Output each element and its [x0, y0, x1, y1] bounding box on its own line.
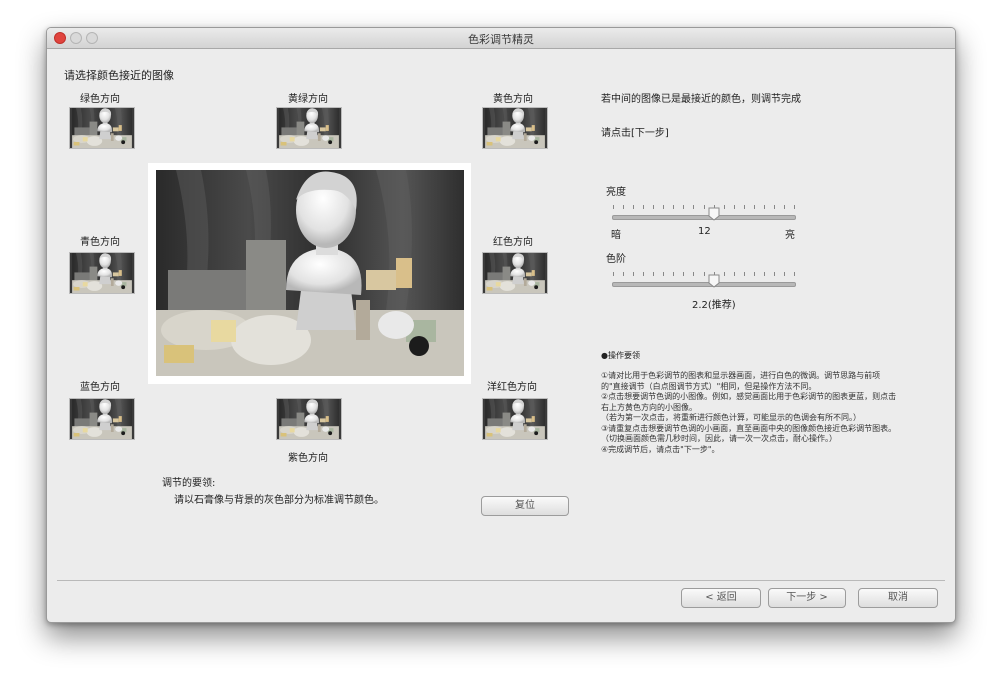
slider-tick [673, 205, 674, 209]
tips-text: 请以石膏像与背景的灰色部分为标准调节颜色。 [174, 495, 384, 506]
brightness-min-label: 暗 [611, 230, 621, 241]
slider-tick [764, 272, 765, 276]
gamma-slider-track[interactable] [612, 282, 796, 287]
slider-tick [734, 272, 735, 276]
thumb-yellow-green[interactable] [276, 107, 342, 149]
thumb-green-label: 绿色方向 [80, 94, 120, 105]
thumb-cyan[interactable] [69, 252, 135, 294]
instruction-line: 右上方黄色方向的小图像。 [601, 402, 697, 412]
slider-tick [613, 272, 614, 276]
slider-tick [794, 205, 795, 209]
center-preview-image [148, 163, 471, 384]
thumb-blue[interactable] [69, 398, 135, 440]
thumb-magenta[interactable] [482, 398, 548, 440]
slider-tick [794, 272, 795, 276]
thumb-yellow-green-label: 黄绿方向 [288, 94, 328, 105]
brightness-max-label: 亮 [785, 230, 795, 241]
brightness-slider-track[interactable] [612, 215, 796, 220]
slider-tick [784, 272, 785, 276]
operation-title: ●操作要领 [601, 351, 640, 360]
title-bar: 色彩调节精灵 [47, 28, 955, 49]
hint-complete: 若中间的图像已是最接近的颜色，则调节完成 [601, 94, 801, 105]
color-adjust-wizard-window: 色彩调节精灵 请选择颜色接近的图像 绿色方向 黄绿方向 黄色方向 青色方向 红色… [46, 27, 956, 623]
slider-tick [754, 272, 755, 276]
window-title: 色彩调节精灵 [468, 33, 534, 46]
slider-tick [623, 272, 624, 276]
slider-tick [683, 272, 684, 276]
slider-tick [693, 272, 694, 276]
next-button[interactable]: 下一步 > [768, 588, 846, 608]
slider-tick [774, 205, 775, 209]
instruction-line: ①请对比用于色彩调节的图表和显示器画面，进行白色的微调。调节思路与前项 [601, 371, 881, 380]
thumb-red-label: 红色方向 [493, 237, 533, 248]
brightness-value: 12 [698, 226, 711, 237]
thumb-purple[interactable] [276, 398, 342, 440]
back-button[interactable]: < 返回 [681, 588, 761, 608]
slider-tick [613, 205, 614, 209]
slider-tick [754, 205, 755, 209]
slider-tick [653, 272, 654, 276]
instruction-line: （切换画面颜色需几秒时间，因此，请一次一次点击，耐心操作。） [601, 434, 837, 443]
slider-tick [653, 205, 654, 209]
slider-tick [734, 205, 735, 209]
operation-instructions: ①请对比用于色彩调节的图表和显示器画面，进行白色的微调。调节思路与前项 的"直接… [601, 371, 946, 455]
slider-tick [633, 272, 634, 276]
slider-tick [663, 272, 664, 276]
thumb-red[interactable] [482, 252, 548, 294]
slider-tick [724, 205, 725, 209]
thumb-magenta-label: 洋红色方向 [487, 382, 537, 393]
gamma-value: 2.2(推荐) [692, 300, 736, 311]
thumb-blue-label: 蓝色方向 [80, 382, 120, 393]
thumb-yellow-label: 黄色方向 [493, 94, 533, 105]
slider-tick [643, 205, 644, 209]
reset-button[interactable]: 复位 [481, 496, 569, 516]
gamma-label: 色阶 [606, 254, 626, 265]
slider-tick [744, 272, 745, 276]
footer-separator [57, 580, 945, 581]
slider-tick [663, 205, 664, 209]
slider-tick [784, 205, 785, 209]
slider-tick [633, 205, 634, 209]
slider-tick [724, 272, 725, 276]
slider-tick [704, 272, 705, 276]
tips-title: 调节的要领: [162, 478, 216, 489]
instruction-line: ②点击想要调节色调的小图像。例如，感觉画面比用于色彩调节的图表更蓝，则点击 [601, 392, 897, 401]
slider-tick [693, 205, 694, 209]
slider-tick [623, 205, 624, 209]
hint-click-next: 请点击[下一步] [601, 128, 669, 139]
brightness-label: 亮度 [606, 187, 626, 198]
slider-tick [643, 272, 644, 276]
slider-tick [683, 205, 684, 209]
thumb-yellow[interactable] [482, 107, 548, 149]
slider-tick [774, 272, 775, 276]
slider-tick [704, 205, 705, 209]
instruction-line: 的"直接调节（白点图调节方式）"相同，但是操作方法不同。 [601, 381, 817, 391]
instruction-line: ④完成调节后，请点击"下一步"。 [601, 444, 720, 454]
select-image-heading: 请选择颜色接近的图像 [64, 69, 174, 82]
thumb-cyan-label: 青色方向 [80, 237, 120, 248]
instruction-line: ③请重复点击想要调节色调的小画面，直至画面中央的图像颜色接近色彩调节图表。 [601, 423, 897, 433]
slider-tick [673, 272, 674, 276]
instruction-line: （若为第一次点击，将重新进行颜色计算，可能显示的色调会有所不同。） [601, 413, 861, 422]
cancel-button[interactable]: 取消 [858, 588, 938, 608]
thumb-purple-label: 紫色方向 [288, 453, 328, 464]
thumb-green[interactable] [69, 107, 135, 149]
slider-tick [764, 205, 765, 209]
gamma-slider-thumb[interactable] [708, 274, 720, 288]
brightness-slider-thumb[interactable] [708, 207, 720, 221]
slider-tick [744, 205, 745, 209]
